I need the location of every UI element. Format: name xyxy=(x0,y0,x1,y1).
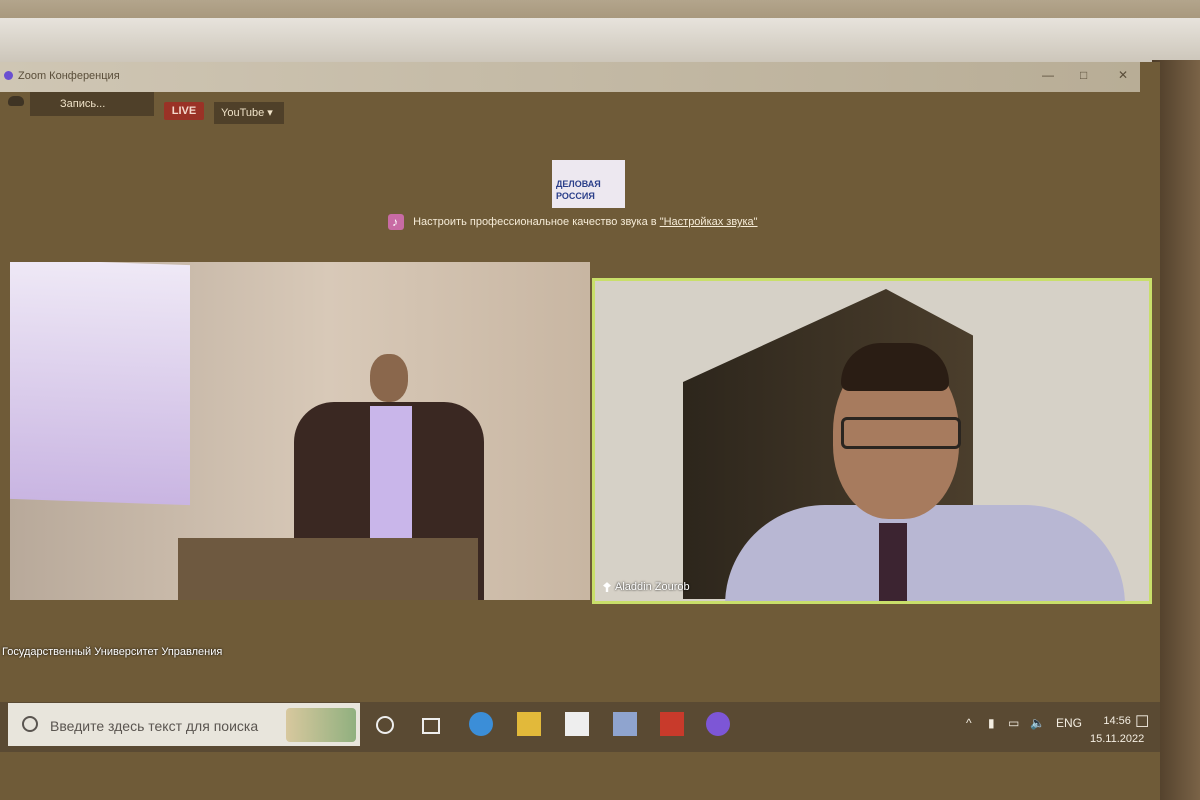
language-indicator[interactable]: ENG xyxy=(1056,716,1082,730)
search-placeholder: Введите здесь текст для поиска xyxy=(50,718,259,734)
notification-icon[interactable]: ☐ xyxy=(1135,712,1149,732)
windows-taskbar: Введите здесь текст для поиска ^ ▮ ▭ 🔈 E… xyxy=(0,702,1160,752)
network-icon[interactable]: ▭ xyxy=(1008,716,1019,730)
zoom-icon[interactable] xyxy=(706,712,730,736)
chevron-up-icon[interactable]: ^ xyxy=(966,716,972,730)
stream-target-dropdown[interactable]: YouTube ▾ xyxy=(214,102,284,124)
pin-icon xyxy=(603,582,611,593)
audio-notice: Настроить профессиональное качество звук… xyxy=(388,210,758,234)
pdf-reader-icon[interactable] xyxy=(660,712,684,736)
close-icon[interactable]: ✕ xyxy=(1118,68,1128,82)
search-highlight-image xyxy=(286,708,356,742)
window-title: Zoom Конференция xyxy=(18,70,120,82)
notice-text: Настроить профессиональное качество звук… xyxy=(413,216,660,228)
mail-icon[interactable] xyxy=(613,712,637,736)
audio-settings-link[interactable]: "Настройках звука" xyxy=(660,216,758,228)
chevron-down-icon: ▾ xyxy=(267,107,273,119)
maximize-icon[interactable]: □ xyxy=(1080,68,1087,82)
music-icon xyxy=(388,210,404,234)
participant-name-university: Государственный Университет Управления xyxy=(2,646,223,658)
video-tile-speaker[interactable]: Aladdin Zourob xyxy=(592,278,1152,604)
whiteboard-image xyxy=(10,262,190,506)
speaker-glasses xyxy=(841,417,961,449)
brand-logo: ДЕЛОВАЯ РОССИЯ xyxy=(552,160,625,208)
clock-date: 15.11.2022 xyxy=(1090,733,1145,745)
store-icon[interactable] xyxy=(565,712,589,736)
projected-screen: Zoom Конференция — □ ✕ Запись... LIVE Yo… xyxy=(0,62,1160,800)
volume-icon[interactable]: 🔈 xyxy=(1030,716,1045,730)
speaker-tie xyxy=(879,523,907,601)
speaker-shirt xyxy=(725,505,1125,601)
cortana-icon[interactable] xyxy=(376,716,394,734)
cloud-icon xyxy=(8,96,24,106)
desk-image xyxy=(178,538,478,600)
person-head xyxy=(370,354,408,402)
edge-icon[interactable] xyxy=(469,712,493,736)
record-button[interactable]: Запись... xyxy=(30,92,154,116)
zoom-app-icon xyxy=(4,71,13,80)
participant-name-speaker: Aladdin Zourob xyxy=(603,581,690,593)
stream-target-label: YouTube xyxy=(221,107,265,119)
live-badge: LIVE xyxy=(164,102,204,120)
zoom-title-bar: Zoom Конференция — □ ✕ xyxy=(0,62,1140,92)
minimize-icon[interactable]: — xyxy=(1042,68,1054,82)
speaker-hair xyxy=(841,343,949,391)
file-explorer-icon[interactable] xyxy=(517,712,541,736)
taskbar-search-box[interactable]: Введите здесь текст для поиска xyxy=(8,703,360,746)
search-icon xyxy=(22,716,38,732)
usb-icon[interactable]: ▮ xyxy=(988,716,995,730)
task-view-icon[interactable] xyxy=(422,718,440,734)
video-tile-university[interactable] xyxy=(10,262,590,600)
